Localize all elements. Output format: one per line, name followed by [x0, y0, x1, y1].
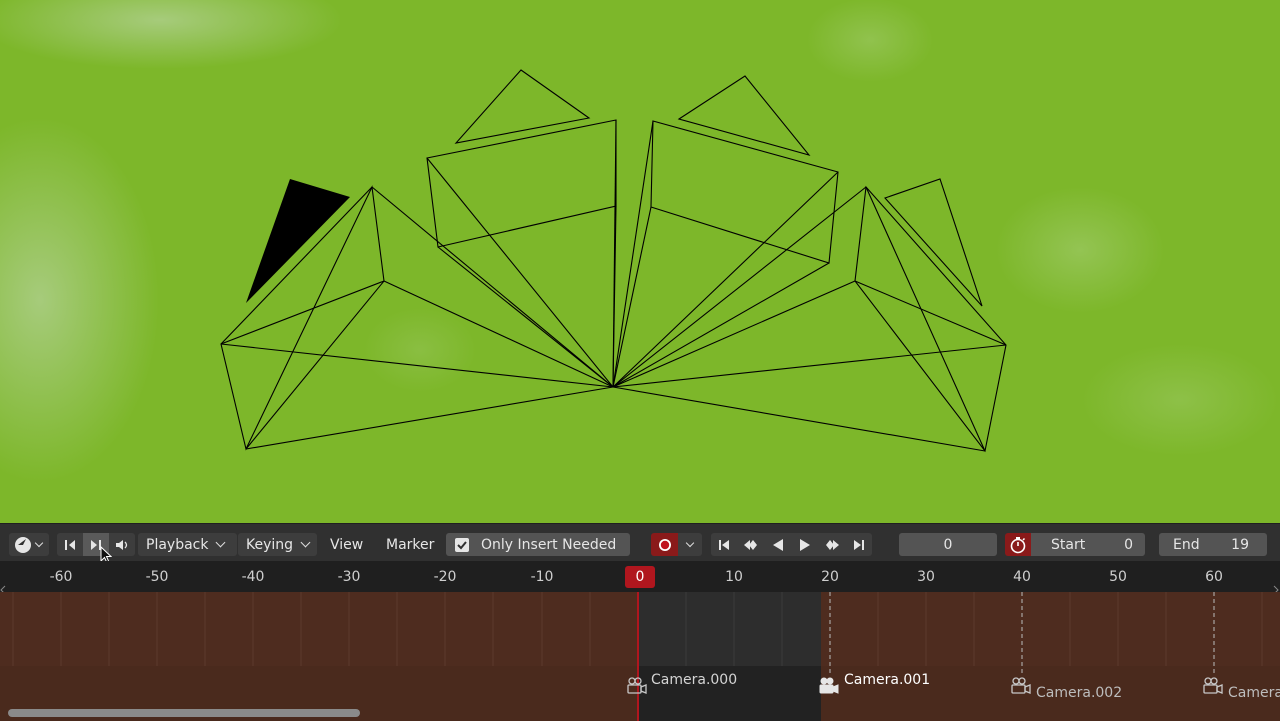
start-frame-value: 0: [1124, 536, 1133, 553]
end-frame-field[interactable]: End 19: [1159, 533, 1267, 556]
auto-keying-record-button[interactable]: [651, 533, 678, 556]
camera-marker-icon[interactable]: [626, 677, 648, 697]
camera-wireframe-4: [612, 178, 1007, 453]
playhead-frame-label: 0: [635, 569, 645, 585]
stopwatch-icon: [1010, 536, 1026, 553]
tick-label: -50: [145, 569, 169, 585]
chevron-down-icon: [34, 538, 44, 547]
jump-prev-keyframe-button[interactable]: [57, 533, 83, 556]
marker-menu-label: Marker: [386, 536, 435, 553]
marker-label-camera-003[interactable]: Camera.003: [1228, 685, 1280, 701]
view-menu[interactable]: View: [322, 533, 371, 556]
jump-to-end-button[interactable]: [845, 533, 872, 556]
tick-label: 10: [725, 569, 743, 585]
camera-wireframes: [220, 69, 1007, 453]
frame-range-region: [638, 592, 821, 666]
timeline-clock-icon: [15, 536, 31, 553]
marker-lines: [829, 592, 1215, 676]
camera-wireframe-3: [612, 75, 839, 388]
camera-marker-icon[interactable]: [1202, 677, 1224, 697]
tick-label: 50: [1109, 569, 1127, 585]
playback-menu-label: Playback: [146, 536, 209, 553]
tick-label: -60: [49, 569, 73, 585]
marker-label-camera-002[interactable]: Camera.002: [1036, 685, 1122, 701]
3d-viewport[interactable]: [0, 0, 1280, 523]
camera-marker-icon[interactable]: [1010, 677, 1032, 697]
chevron-down-icon: [216, 537, 226, 548]
chevron-down-icon: [300, 537, 311, 548]
camera-wireframe-2: [426, 69, 617, 388]
timeline-area[interactable]: Camera.000 Camera.001 Camera.002 Camera.…: [0, 592, 1280, 721]
tick-label: -40: [241, 569, 265, 585]
start-frame-field[interactable]: Start 0: [1031, 533, 1145, 556]
checkbox-checked-icon: [455, 537, 469, 552]
jump-next-keyframe-transport-button[interactable]: [818, 533, 845, 556]
speaker-icon: [116, 539, 128, 550]
tick-label: -30: [337, 569, 361, 585]
tick-label: -10: [530, 569, 554, 585]
play-button[interactable]: [791, 533, 818, 556]
timeline-header: Playback Keying View Marker Only Insert …: [0, 523, 1280, 564]
tick-label: 40: [1013, 569, 1031, 585]
auto-keying-mode-dropdown[interactable]: [678, 533, 702, 556]
tick-label: -20: [433, 569, 457, 585]
tick-label: 20: [821, 569, 839, 585]
active-camera-triangle: [246, 179, 350, 303]
only-insert-needed-label: Only Insert Needed: [481, 536, 617, 553]
marker-label-camera-000[interactable]: Camera.000: [651, 672, 737, 688]
view-menu-label: View: [330, 536, 364, 553]
preview-range-toggle[interactable]: [1005, 533, 1031, 556]
current-frame-value: 0: [943, 536, 953, 553]
play-reverse-button[interactable]: [764, 533, 791, 556]
jump-start-icon: [719, 539, 729, 550]
marker-label-camera-001[interactable]: Camera.001: [844, 672, 930, 688]
marker-menu[interactable]: Marker: [378, 533, 442, 556]
start-frame-label: Start: [1051, 536, 1086, 553]
camera-marker-icon[interactable]: [818, 677, 840, 697]
jump-end-icon: [853, 539, 864, 550]
current-frame-field[interactable]: 0: [899, 533, 997, 556]
horizontal-scrollbar-thumb[interactable]: [8, 709, 360, 717]
step-back-icon: [65, 539, 75, 550]
prev-keyframe-icon: [743, 539, 757, 550]
timeline-grid: [0, 592, 1280, 721]
tick-label: 30: [917, 569, 935, 585]
end-frame-label: End: [1173, 536, 1200, 553]
keying-menu-label: Keying: [246, 536, 294, 553]
tick-label: 60: [1205, 569, 1223, 585]
playback-menu[interactable]: Playback: [138, 533, 237, 556]
jump-to-start-button[interactable]: [711, 533, 737, 556]
jump-prev-keyframe-transport-button[interactable]: [737, 533, 764, 556]
chevron-down-icon: [685, 538, 695, 547]
audio-scrub-button[interactable]: [109, 533, 135, 556]
editor-type-dropdown[interactable]: [9, 533, 49, 556]
play-icon: [799, 538, 810, 551]
keying-menu[interactable]: Keying: [238, 533, 317, 556]
play-reverse-icon: [772, 538, 783, 551]
playhead-frame-badge[interactable]: 0: [625, 566, 655, 588]
record-icon: [658, 538, 671, 551]
only-insert-needed-toggle[interactable]: Only Insert Needed: [446, 533, 630, 556]
end-frame-value: 19: [1231, 536, 1249, 553]
next-keyframe-icon: [825, 539, 839, 550]
